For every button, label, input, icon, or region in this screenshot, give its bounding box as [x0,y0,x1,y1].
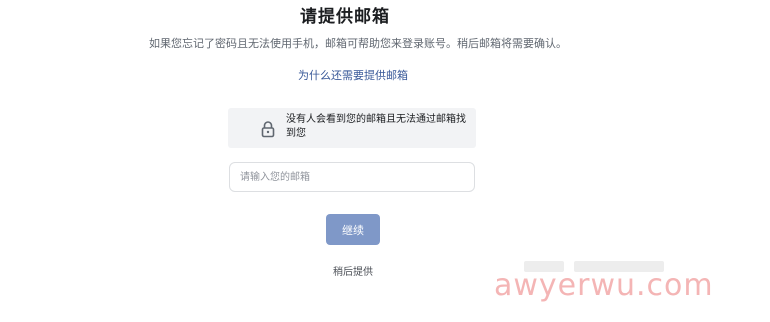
lock-icon [261,121,275,138]
page-title: 请提供邮箱 [300,7,390,27]
page-description: 如果您忘记了密码且无法使用手机，邮箱可帮助您来登录账号。稍后邮箱将需要确认。 [149,37,567,50]
privacy-notice: 没有人会看到您的邮箱且无法通过邮箱找到您 [228,108,476,148]
continue-button[interactable]: 继续 [326,214,380,245]
watermark-text: awyerwu.com [494,268,714,303]
email-field[interactable] [229,162,475,192]
privacy-notice-text: 没有人会看到您的邮箱且无法通过邮箱找到您 [286,114,466,139]
why-email-link[interactable]: 为什么还需要提供邮箱 [0,67,706,83]
